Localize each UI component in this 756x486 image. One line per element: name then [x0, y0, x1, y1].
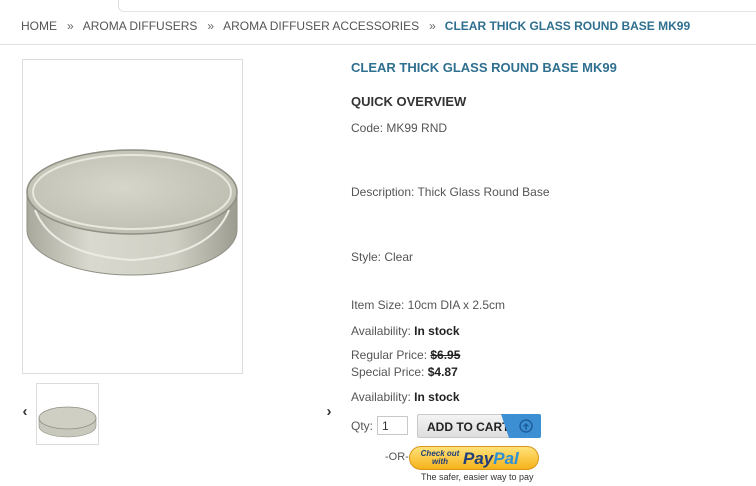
breadcrumb-current: CLEAR THICK GLASS ROUND BASE MK99 [444, 19, 691, 33]
regular-price-value: $6.95 [430, 348, 461, 362]
add-to-cart-label: ADD TO CART [427, 420, 510, 434]
quick-overview-heading: QUICK OVERVIEW [351, 94, 467, 109]
availability-label: Availability: [351, 324, 411, 338]
product-main-image[interactable] [22, 59, 243, 374]
glass-base-thumbnail-image [38, 406, 97, 438]
qty-label: Qty: [351, 419, 374, 433]
special-price-row: Special Price: $4.87 [351, 365, 458, 379]
paypal-checkout-text: Check out with [420, 449, 460, 466]
availability-bottom: Availability: In stock [351, 390, 460, 404]
top-border [118, 0, 756, 12]
availability-value: In stock [414, 390, 460, 404]
availability-top: Availability: In stock [351, 324, 460, 338]
regular-price-row: Regular Price: $6.95 [351, 348, 460, 362]
breadcrumb-separator: » [67, 19, 74, 33]
product-code: Code: MK99 RND [351, 121, 448, 135]
availability-label: Availability: [351, 390, 411, 404]
breadcrumb-home[interactable]: HOME [21, 19, 57, 33]
regular-price-label: Regular Price: [351, 348, 428, 362]
product-style: Style: Clear [351, 250, 414, 264]
special-price-label: Special Price: [351, 365, 425, 379]
breadcrumb: HOME » AROMA DIFFUSERS » AROMA DIFFUSER … [21, 19, 690, 33]
product-thumbnail[interactable] [36, 383, 99, 445]
add-to-cart-button[interactable]: ADD TO CART [417, 414, 541, 438]
paypal-logo-icon: PayPal [463, 449, 519, 468]
breadcrumb-divider [0, 44, 756, 45]
breadcrumb-accessories[interactable]: AROMA DIFFUSER ACCESSORIES [223, 19, 419, 33]
or-label: -OR- [385, 451, 409, 463]
thumbnail-next-arrow-icon[interactable]: › [322, 404, 336, 420]
special-price-value: $4.87 [427, 365, 458, 379]
product-description: Description: Thick Glass Round Base [351, 185, 550, 199]
cart-icon [501, 414, 541, 438]
paypal-tagline: The safer, easier way to pay [421, 472, 534, 482]
product-item-size: Item Size: 10cm DIA x 2.5cm [351, 298, 506, 312]
availability-value: In stock [414, 324, 460, 338]
paypal-checkout-button[interactable]: Check out with PayPal [409, 446, 539, 470]
product-title: CLEAR THICK GLASS ROUND BASE MK99 [351, 60, 617, 75]
breadcrumb-separator: » [207, 19, 214, 33]
breadcrumb-aroma-diffusers[interactable]: AROMA DIFFUSERS [83, 19, 198, 33]
qty-input[interactable] [377, 416, 408, 435]
glass-base-image [26, 149, 238, 276]
thumbnail-prev-arrow-icon[interactable]: ‹ [18, 404, 32, 420]
breadcrumb-separator: » [429, 19, 436, 33]
